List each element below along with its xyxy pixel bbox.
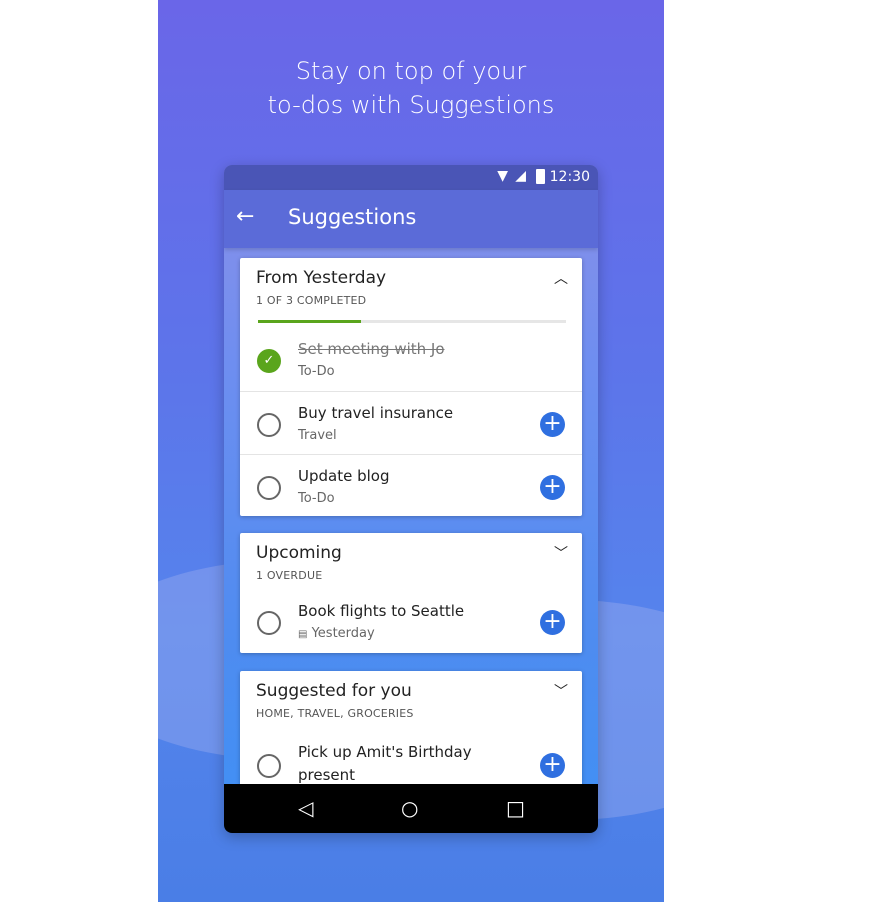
wifi-icon: ▼ (497, 168, 508, 184)
add-button[interactable]: + (540, 753, 565, 778)
signal-icon: ◢ (515, 168, 526, 184)
add-button[interactable]: + (540, 475, 565, 500)
card-title: Suggested for you (256, 681, 412, 701)
card-subtitle: HOME, TRAVEL, GROCERIES (256, 707, 414, 720)
empty-circle-icon[interactable] (257, 611, 281, 635)
empty-circle-icon[interactable] (257, 476, 281, 500)
page-title: Suggestions (288, 205, 417, 229)
headline: Stay on top of your to-dos with Suggesti… (267, 57, 555, 119)
progress-bar (258, 320, 566, 323)
empty-circle-icon[interactable] (257, 413, 281, 437)
calendar-icon: ▤ (298, 629, 308, 640)
add-button[interactable]: + (540, 610, 565, 635)
chevron-down-icon[interactable]: ﹀ (554, 681, 568, 701)
checked-circle-icon[interactable]: ✓ (257, 349, 281, 373)
empty-circle-icon[interactable] (257, 754, 281, 778)
progress-fill (258, 320, 361, 323)
status-bar: ▼ ◢ 12:30 (224, 165, 598, 190)
card-from-yesterday: From Yesterday ︿ 1 OF 3 COMPLETED ✓ Set … (240, 258, 582, 516)
list-item[interactable]: Book flights to Seattle ▤ Yesterday + (240, 590, 582, 653)
card-subtitle: 1 OVERDUE (256, 569, 323, 582)
card-upcoming: Upcoming ﹀ 1 OVERDUE Book flights to Sea… (240, 533, 582, 653)
recents-nav-icon[interactable]: □ (506, 796, 525, 820)
back-arrow-icon[interactable]: ← (236, 204, 254, 229)
navigation-bar: ◁ ○ □ (224, 784, 598, 833)
battery-icon (536, 169, 545, 184)
add-button[interactable]: + (540, 412, 565, 437)
list-item[interactable]: ✓ Set meeting with Jo To-Do (240, 328, 582, 391)
list-item[interactable]: Update blog To-Do + (240, 454, 582, 517)
chevron-down-icon[interactable]: ﹀ (554, 543, 568, 563)
home-nav-icon[interactable]: ○ (401, 796, 418, 820)
card-title: From Yesterday (256, 268, 387, 288)
list-item[interactable]: Buy travel insurance Travel + (240, 391, 582, 454)
clock: 12:30 (549, 169, 590, 185)
phone-screen: ▼ ◢ 12:30 ← Suggestions From Yesterday ︿… (224, 165, 598, 833)
card-title: Upcoming (256, 543, 342, 563)
chevron-up-icon[interactable]: ︿ (554, 268, 568, 288)
card-subtitle: 1 OF 3 COMPLETED (256, 294, 367, 307)
back-nav-icon[interactable]: ◁ (298, 796, 313, 820)
app-bar: ← Suggestions (224, 190, 598, 248)
